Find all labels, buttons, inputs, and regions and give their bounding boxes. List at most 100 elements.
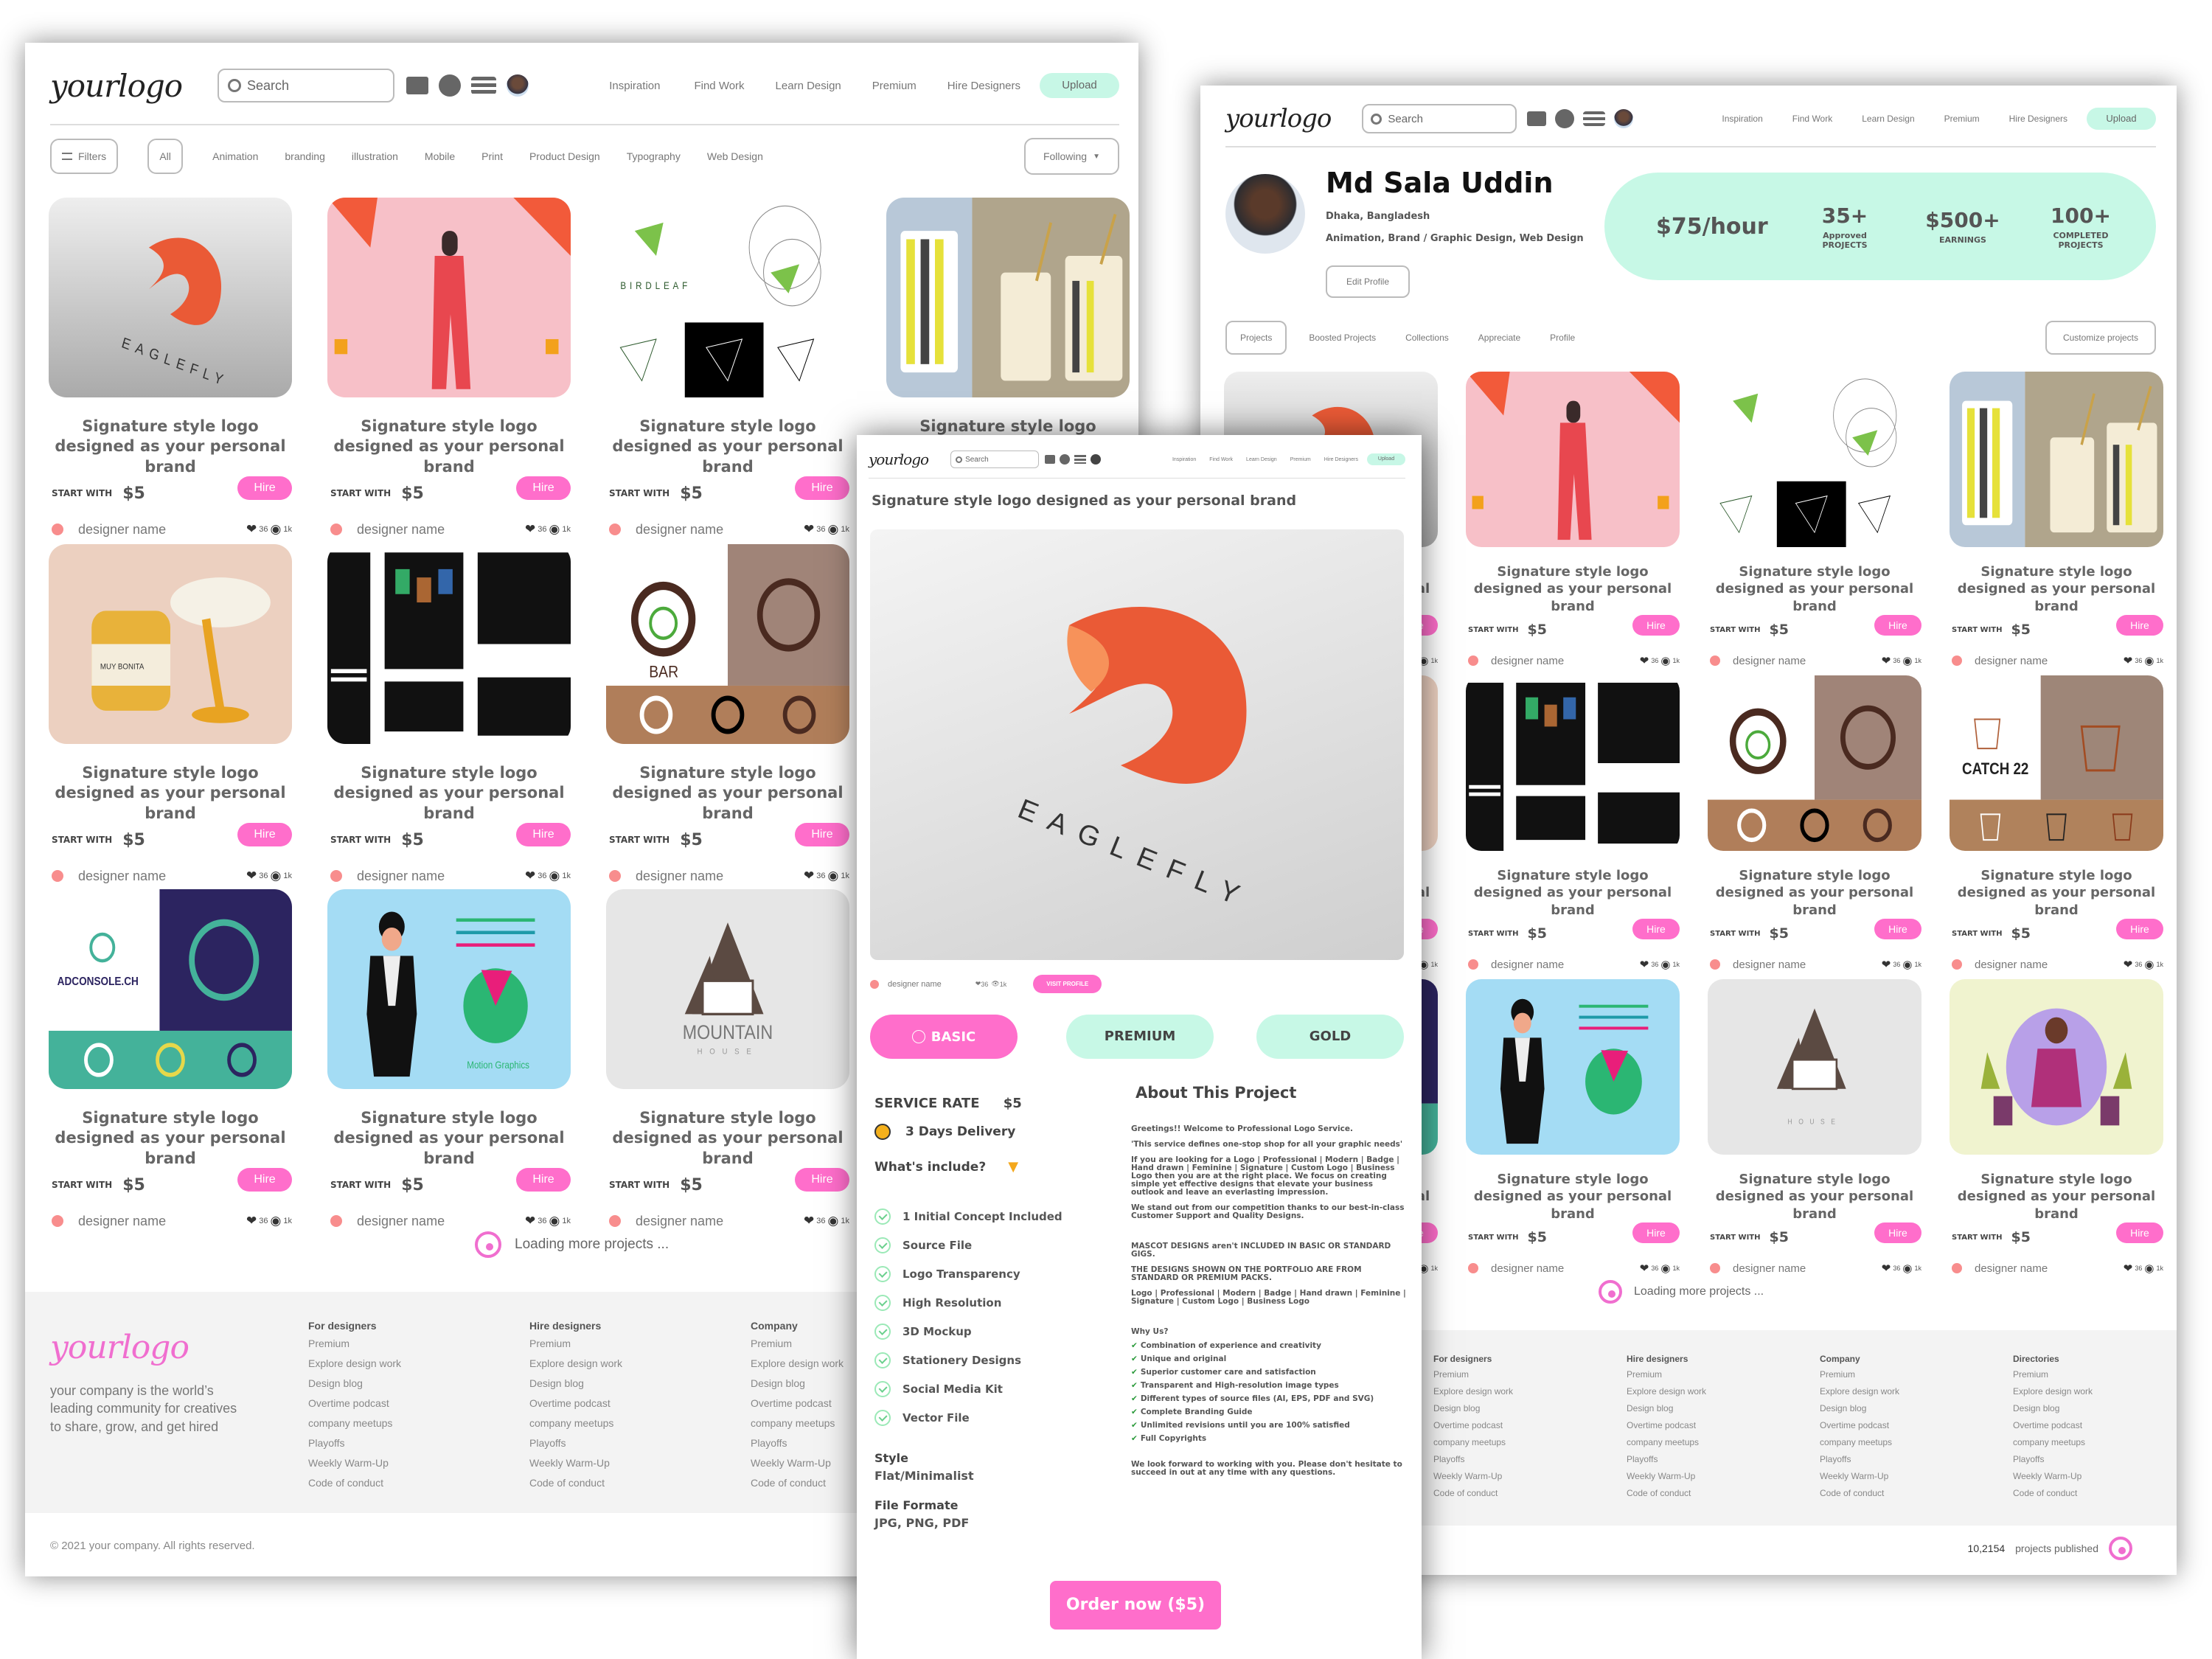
footer-link[interactable]: Explore design work [1433, 1386, 1513, 1397]
project-card[interactable]: Signature style logo designed as your pe… [1466, 372, 1680, 667]
heart-icon[interactable]: ❤ [1640, 654, 1649, 667]
project-title[interactable]: Signature style logo designed as your pe… [327, 1108, 571, 1169]
nav-find-work[interactable]: Find Work [1209, 457, 1233, 462]
tab-collections[interactable]: Collections [1405, 333, 1449, 343]
heart-icon[interactable]: ❤ [804, 1214, 814, 1228]
footer-link[interactable]: Code of conduct [529, 1477, 622, 1489]
footer-link[interactable]: Explore design work [1627, 1386, 1706, 1397]
footer-link[interactable]: Code of conduct [308, 1477, 401, 1489]
nav-hire-designers[interactable]: Hire Designers [947, 80, 1020, 92]
hire-button[interactable]: Hire [2116, 1222, 2163, 1244]
briefcase-icon[interactable] [1045, 455, 1056, 464]
footer-link[interactable]: Overtime podcast [1433, 1420, 1513, 1430]
order-now-button[interactable]: Order now ($5) [1050, 1581, 1221, 1630]
project-thumbnail[interactable] [327, 198, 571, 397]
footer-link[interactable]: Weekly Warm-Up [1820, 1471, 1899, 1481]
footer-link[interactable]: Explore design work [308, 1357, 401, 1369]
tab-appreciate[interactable]: Appreciate [1478, 333, 1520, 343]
project-thumbnail[interactable] [1466, 372, 1680, 547]
search-input[interactable]: Search [950, 451, 1040, 468]
avatar[interactable] [1091, 454, 1102, 465]
heart-icon[interactable]: ❤ [1882, 958, 1891, 971]
search-input[interactable]: Search [1362, 104, 1517, 133]
designer-name[interactable]: designer name [357, 869, 445, 884]
footer-link[interactable]: company meetups [1433, 1437, 1513, 1447]
clock-icon[interactable] [439, 74, 462, 97]
nav-premium[interactable]: Premium [1944, 114, 1980, 124]
search-input[interactable]: Search [218, 69, 395, 102]
designer-name[interactable]: designer name [1733, 655, 1806, 667]
notifications-list-icon[interactable] [1074, 455, 1087, 464]
footer-link[interactable]: Design blog [2013, 1403, 2093, 1413]
heart-icon[interactable]: ❤ [1640, 1262, 1649, 1275]
project-card[interactable]: Signature style logo designed as your pe… [1950, 979, 2163, 1275]
tab-projects[interactable]: Projects [1225, 321, 1287, 355]
nav-find-work[interactable]: Find Work [1792, 114, 1832, 124]
hire-button[interactable]: Hire [516, 1168, 571, 1192]
footer-link[interactable]: Premium [1627, 1369, 1706, 1380]
designer-name[interactable]: designer name [636, 1214, 723, 1229]
category-web-design[interactable]: Web Design [707, 150, 763, 162]
footer-link[interactable]: company meetups [751, 1417, 844, 1429]
nav-premium[interactable]: Premium [1290, 457, 1311, 462]
hire-button[interactable]: Hire [795, 1168, 849, 1192]
footer-link[interactable]: Premium [308, 1338, 401, 1349]
project-thumbnail[interactable]: ADCONSOLE.CH [49, 889, 292, 1089]
footer-link[interactable]: Design blog [751, 1377, 844, 1389]
footer-link[interactable]: Design blog [308, 1377, 401, 1389]
site-logo[interactable]: yourlogo [50, 68, 183, 104]
footer-link[interactable]: Code of conduct [2013, 1488, 2093, 1498]
footer-link[interactable]: Design blog [1820, 1403, 1899, 1413]
project-title[interactable]: Signature style logo designed as your pe… [606, 763, 849, 824]
project-card[interactable]: ADCONSOLE.CH Signature style logo design… [49, 889, 292, 1229]
category-mobile[interactable]: Mobile [425, 150, 455, 162]
footer-link[interactable]: Playoffs [2013, 1454, 2093, 1464]
hire-button[interactable]: Hire [1632, 615, 1680, 636]
project-title[interactable]: Signature style logo designed as your pe… [1466, 563, 1680, 615]
project-title[interactable]: Signature style logo designed as your pe… [1708, 563, 1921, 615]
category-all[interactable]: All [147, 139, 184, 174]
heart-icon[interactable]: ❤ [2124, 654, 2133, 667]
footer-link[interactable]: Code of conduct [1820, 1488, 1899, 1498]
project-title[interactable]: Signature style logo designed as your pe… [1950, 563, 2163, 615]
heart-icon[interactable]: ❤ [804, 869, 814, 883]
avatar[interactable] [1614, 109, 1634, 128]
tab-profile[interactable]: Profile [1550, 333, 1575, 343]
heart-icon[interactable]: ❤ [246, 522, 257, 537]
upload-button[interactable]: Upload [1040, 73, 1119, 98]
footer-link[interactable]: Explore design work [529, 1357, 622, 1369]
project-card[interactable]: Signature style logo designed as your pe… [1950, 372, 2163, 667]
designer-name[interactable]: designer name [357, 1214, 445, 1229]
footer-link[interactable]: Code of conduct [1627, 1488, 1706, 1498]
project-thumbnail[interactable]: Motion Graphics [327, 889, 571, 1089]
project-title[interactable]: Signature style logo designed as your pe… [327, 763, 571, 824]
hire-button[interactable]: Hire [1874, 919, 1921, 940]
package-basic[interactable]: BASIC [870, 1015, 1018, 1059]
footer-link[interactable]: Code of conduct [1433, 1488, 1513, 1498]
hire-button[interactable]: Hire [516, 476, 571, 501]
project-thumbnail[interactable] [1466, 979, 1680, 1155]
heart-icon[interactable]: ❤ [246, 869, 257, 883]
nav-inspiration[interactable]: Inspiration [1172, 457, 1196, 462]
whats-include-toggle[interactable]: What's include? ▼ [874, 1159, 1018, 1175]
designer-name[interactable]: designer name [1491, 959, 1564, 971]
designer-name[interactable]: designer name [1491, 655, 1564, 667]
footer-link[interactable]: Design blog [529, 1377, 622, 1389]
footer-link[interactable]: Explore design work [751, 1357, 844, 1369]
heart-icon[interactable]: ❤ [525, 522, 535, 537]
hire-button[interactable]: Hire [2116, 615, 2163, 636]
designer-name[interactable]: designer name [1975, 1262, 2048, 1275]
project-title[interactable]: Signature style logo designed as your pe… [49, 763, 292, 824]
hire-button[interactable]: Hire [516, 823, 571, 847]
project-thumbnail[interactable] [327, 544, 571, 744]
footer-link[interactable]: Explore design work [1820, 1386, 1899, 1397]
designer-name[interactable]: designer name [78, 869, 166, 884]
heart-icon[interactable]: ❤ [2124, 958, 2133, 971]
hire-button[interactable]: Hire [1632, 919, 1680, 940]
footer-link[interactable]: Overtime podcast [1627, 1420, 1706, 1430]
heart-icon[interactable]: ❤ [525, 1214, 535, 1228]
nav-find-work[interactable]: Find Work [694, 80, 744, 92]
project-card[interactable]: HOUSE Signature style logo designed as y… [1708, 979, 1921, 1275]
sort-dropdown[interactable]: Following ▼ [1023, 138, 1119, 175]
nav-hire-designers[interactable]: Hire Designers [2009, 114, 2067, 124]
